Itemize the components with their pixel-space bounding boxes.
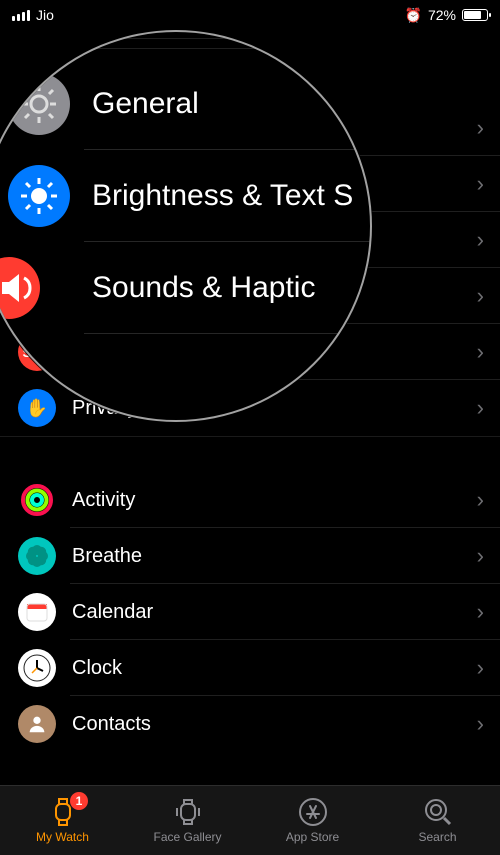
tab-label: My Watch: [36, 830, 89, 844]
tab-label: Face Gallery: [153, 830, 221, 844]
chevron-right-icon: ›: [477, 171, 484, 197]
carrier-label: Jio: [36, 7, 54, 23]
tab-label: Search: [418, 830, 456, 844]
app-store-icon: [298, 797, 328, 827]
tab-my-watch[interactable]: 1 My Watch: [0, 786, 125, 855]
chevron-right-icon: ›: [477, 115, 484, 141]
row-contacts[interactable]: Contacts ›: [0, 696, 500, 752]
battery-percentage: 72%: [428, 7, 456, 23]
chevron-right-icon: ›: [477, 395, 484, 421]
signal-bars-icon: [12, 10, 30, 21]
lens-label: Brightness & Text S: [92, 179, 353, 213]
row-label: Contacts: [72, 713, 151, 736]
tab-label: App Store: [286, 830, 339, 844]
chevron-right-icon: ›: [477, 339, 484, 365]
search-icon: [423, 797, 453, 827]
row-activity[interactable]: Activity ›: [0, 472, 500, 528]
chevron-right-icon: ›: [477, 227, 484, 253]
chevron-right-icon: ›: [477, 487, 484, 513]
face-gallery-icon: [173, 797, 203, 827]
row-label: Breathe: [72, 545, 142, 568]
calendar-icon: [18, 593, 56, 631]
tab-bar: 1 My Watch Face Gallery App Store Search: [0, 785, 500, 855]
tab-app-store[interactable]: App Store: [250, 786, 375, 855]
chevron-right-icon: ›: [477, 655, 484, 681]
row-label: Calendar: [72, 601, 153, 624]
row-label: Activity: [72, 489, 135, 512]
chevron-right-icon: ›: [477, 711, 484, 737]
chevron-right-icon: ›: [477, 599, 484, 625]
section-separator: [0, 436, 500, 472]
row-clock[interactable]: Clock ›: [0, 640, 500, 696]
chevron-right-icon: ›: [477, 283, 484, 309]
lens-label: General: [92, 87, 199, 121]
lens-row-brightness[interactable]: Brightness & Text S: [0, 150, 370, 242]
lens-row-general[interactable]: General: [0, 58, 370, 150]
breathe-icon: [18, 537, 56, 575]
chevron-right-icon: ›: [477, 543, 484, 569]
contacts-icon: [18, 705, 56, 743]
activity-rings-icon: [18, 481, 56, 519]
status-bar: Jio ⏰ 72%: [0, 0, 500, 30]
lens-row-sounds[interactable]: Sounds & Haptic: [0, 242, 370, 334]
alarm-icon: ⏰: [405, 7, 422, 24]
gear-icon: [8, 73, 70, 135]
brightness-icon: [8, 165, 70, 227]
battery-icon: [462, 9, 488, 21]
row-breathe[interactable]: Breathe ›: [0, 528, 500, 584]
tab-search[interactable]: Search: [375, 786, 500, 855]
clock-icon: [18, 649, 56, 687]
lens-label: Sounds & Haptic: [92, 271, 315, 305]
tab-badge: 1: [70, 792, 88, 810]
tab-face-gallery[interactable]: Face Gallery: [125, 786, 250, 855]
row-calendar[interactable]: Calendar ›: [0, 584, 500, 640]
sounds-icon: [0, 257, 40, 319]
row-label: Clock: [72, 657, 122, 680]
hand-icon: ✋: [18, 389, 56, 427]
